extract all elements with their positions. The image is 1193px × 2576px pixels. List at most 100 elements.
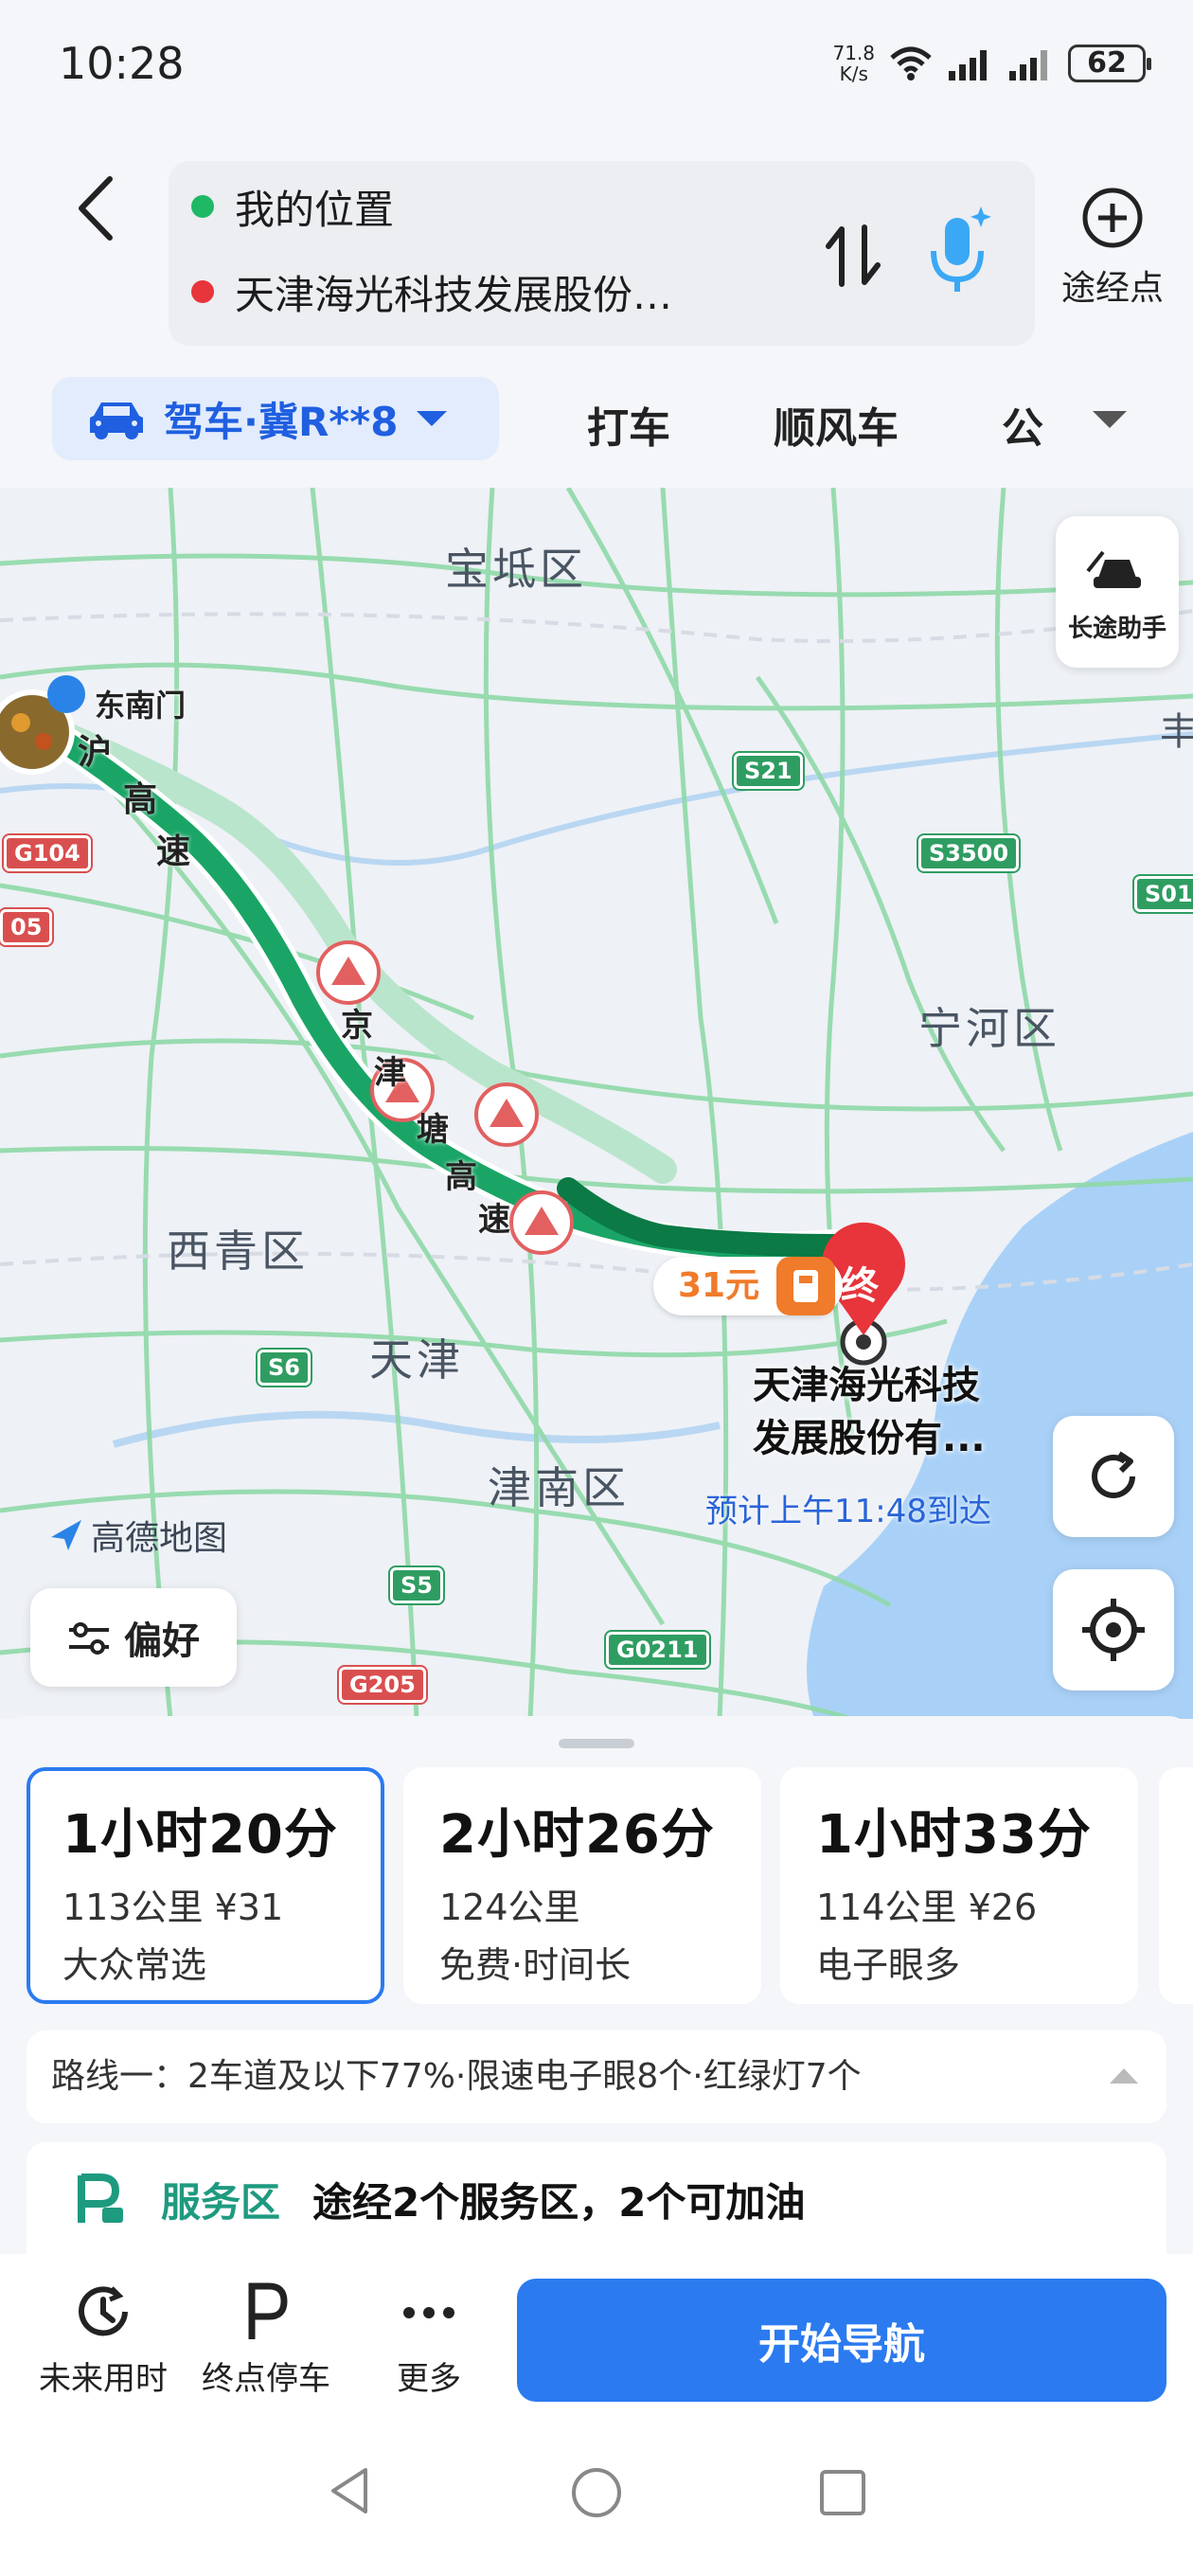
highway-shield: G205: [337, 1665, 428, 1705]
wifi-icon: [890, 46, 932, 80]
net-speed-unit: K/s: [839, 63, 868, 85]
highway-shield: S6: [256, 1348, 312, 1387]
caret-down-icon: [417, 411, 448, 426]
swap-icon: [826, 224, 881, 287]
future-time-label: 未来用时: [39, 2360, 168, 2398]
more-button[interactable]: 更多: [348, 2279, 509, 2399]
route-option-card[interactable]: 1小时20分 113公里 ¥31 大众常选: [27, 1767, 384, 2004]
status-time: 10:28: [59, 38, 185, 89]
map-view[interactable]: 宝坻区 宁河区 西青区 天津 津南区 东南门 丰 沪 高 速 京 津 塘 高 速…: [0, 488, 1193, 1719]
back-triangle-icon[interactable]: [322, 2462, 379, 2519]
locate-button[interactable]: [1053, 1569, 1174, 1690]
caret-up-icon: [1110, 2068, 1138, 2084]
refresh-icon: [1092, 1451, 1135, 1498]
more-label: 更多: [397, 2360, 461, 2398]
origin-text: 我的位置: [235, 186, 395, 233]
edge-label: 丰: [1160, 710, 1193, 754]
transport-mode-tabs: 驾车·冀R**8 打车 顺风车 公: [0, 369, 1193, 464]
highway-shield: S3500: [916, 833, 1022, 873]
road-name-char: 高: [445, 1158, 477, 1196]
road-name-char: 津: [374, 1054, 406, 1092]
service-area-detail: 途经2个服务区，2个可加油: [312, 2178, 806, 2226]
road-name-char: 塘: [417, 1111, 449, 1149]
route-option-tag: 大众常选: [62, 1944, 207, 1986]
long-trip-assistant-button[interactable]: 长途助手: [1056, 516, 1179, 668]
district-label: 津南区: [488, 1462, 630, 1513]
voice-button[interactable]: [917, 199, 1002, 303]
back-button[interactable]: [57, 161, 133, 256]
tab-transit[interactable]: 公: [1002, 394, 1043, 455]
recents-square-icon[interactable]: [814, 2464, 871, 2521]
add-waypoint-button[interactable]: 途经点: [1051, 185, 1174, 317]
route-summary-text: 路线一：2车道及以下77%·限速电子眼8个·红绿灯7个: [51, 2057, 862, 2096]
net-speed: 71.8 K/s: [832, 43, 875, 84]
more-dots-icon: [403, 2307, 454, 2318]
road-name-char: 速: [478, 1201, 510, 1239]
logo-text: 高德地图: [91, 1519, 228, 1558]
destination-label-line1: 天津海光科技: [753, 1364, 980, 1407]
route-option-detail: 124公里: [439, 1887, 580, 1928]
sheet-drag-handle[interactable]: [559, 1739, 634, 1748]
home-circle-icon[interactable]: [566, 2462, 627, 2523]
destination-dot-icon: [191, 280, 214, 303]
sliders-icon: [69, 1622, 109, 1655]
highway-shield: G104: [2, 833, 93, 873]
logo-arrow-icon: [51, 1520, 81, 1550]
route-summary[interactable]: 路线一：2车道及以下77%·限速电子眼8个·红绿灯7个: [27, 2030, 1166, 2123]
route-options-sheet: 1小时20分 113公里 ¥31 大众常选 2小时26分 124公里 免费·时间…: [0, 1716, 1193, 2265]
car-icon: [90, 402, 143, 439]
clock-icon: [79, 2286, 128, 2336]
parking-service-icon: [78, 2174, 123, 2223]
tab-drive-label: 驾车·冀R**8: [164, 398, 399, 445]
city-label: 天津: [369, 1334, 464, 1386]
microphone-icon: [931, 206, 991, 292]
destination-text: 天津海光科技发展股份…: [235, 271, 673, 318]
preference-button[interactable]: 偏好: [30, 1588, 237, 1687]
plus-circle-icon: [1082, 188, 1143, 248]
chevron-left-icon: [79, 176, 113, 241]
origin-dot-icon: [191, 195, 214, 218]
road-name-char: 速: [156, 832, 191, 871]
service-area-row[interactable]: 服务区 途经2个服务区，2个可加油: [27, 2142, 1166, 2256]
route-option-card-partial[interactable]: [1159, 1767, 1193, 2004]
route-option-detail: 113公里 ¥31: [62, 1887, 284, 1928]
destination-parking-button[interactable]: 终点停车: [186, 2279, 347, 2399]
road-name-char: 京: [341, 1007, 373, 1045]
amap-logo: 高德地图: [47, 1511, 227, 1560]
highway-shield: S21: [732, 751, 805, 791]
start-navigation-button[interactable]: 开始导航: [517, 2279, 1166, 2402]
district-label: 宁河区: [918, 1003, 1060, 1054]
route-option-card[interactable]: 1小时33分 114公里 ¥26 电子眼多: [780, 1767, 1138, 2004]
toll-gate-icon: [776, 1257, 835, 1315]
more-modes-caret-icon[interactable]: [1091, 407, 1129, 432]
tab-taxi[interactable]: 打车: [587, 394, 670, 455]
route-option-detail: 114公里 ¥26: [816, 1887, 1038, 1928]
origin-field[interactable]: 我的位置: [191, 169, 394, 244]
bottom-action-bar: 未来用时 终点停车 更多 开始导航: [0, 2254, 1193, 2424]
highway-shield: 05: [0, 907, 55, 947]
route-option-card[interactable]: 2小时26分 124公里 免费·时间长: [403, 1767, 761, 2004]
route-option-time: 1小时20分: [62, 1804, 338, 1866]
destination-field[interactable]: 天津海光科技发展股份…: [191, 254, 672, 330]
signal-icon-2: [1009, 50, 1047, 80]
battery-indicator: 62: [1068, 45, 1151, 82]
tab-drive[interactable]: 驾车·冀R**8: [52, 377, 499, 460]
route-option-time: 2小时26分: [439, 1804, 715, 1866]
tab-carpool[interactable]: 顺风车: [774, 394, 899, 455]
waypoint-label: 途经点: [1060, 269, 1164, 308]
road-name-char: 沪: [78, 733, 113, 772]
highway-shield: S5: [388, 1565, 445, 1605]
parking-icon: [248, 2282, 288, 2339]
end-badge: 终: [841, 1264, 879, 1308]
district-label: 宝坻区: [445, 544, 587, 595]
service-area-label: 服务区: [161, 2178, 281, 2226]
destination-map-label: 天津海光科技 发展股份有...: [753, 1359, 986, 1465]
refresh-button[interactable]: [1053, 1416, 1174, 1537]
swap-button[interactable]: [817, 208, 893, 303]
crosshair-icon: [1082, 1599, 1145, 1661]
car-route-icon: [1086, 550, 1141, 588]
destination-parking-label: 终点停车: [202, 2360, 330, 2398]
signal-icon: [949, 50, 987, 80]
poi-label: 东南门: [95, 688, 187, 724]
future-time-button[interactable]: 未来用时: [23, 2279, 184, 2399]
